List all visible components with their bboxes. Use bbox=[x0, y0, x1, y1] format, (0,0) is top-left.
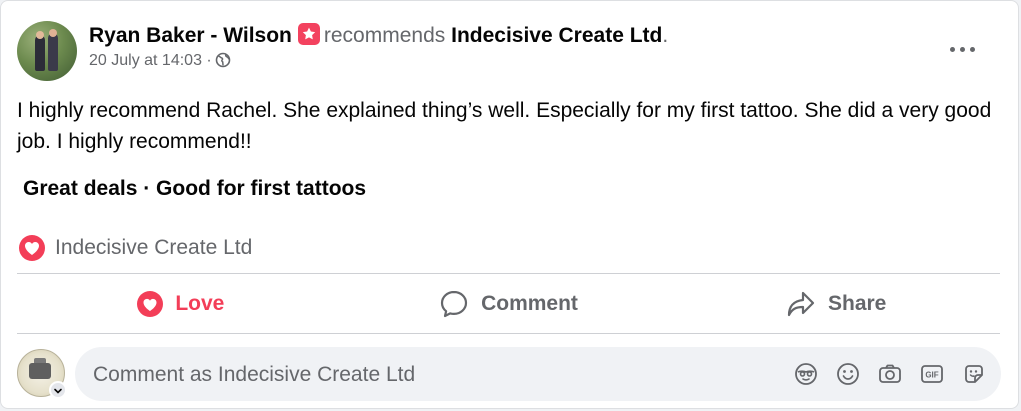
emoji-icon[interactable] bbox=[835, 361, 861, 387]
commenter-avatar[interactable] bbox=[17, 349, 67, 399]
post-card: Ryan Baker - Wilson recommends Indecisive… bbox=[0, 0, 1019, 409]
love-label: Love bbox=[175, 291, 225, 315]
author-name[interactable]: Ryan Baker - Wilson bbox=[89, 24, 292, 47]
avatar-sticker-icon[interactable] bbox=[793, 361, 819, 387]
love-icon bbox=[137, 290, 164, 317]
reaction-summary[interactable]: Indecisive Create Ltd bbox=[19, 235, 252, 261]
post-timestamp[interactable]: 20 July at 14:03 bbox=[89, 52, 202, 69]
share-icon bbox=[786, 290, 816, 318]
sentence-period: . bbox=[662, 24, 669, 47]
author-avatar[interactable] bbox=[17, 21, 77, 81]
comment-label: Comment bbox=[481, 291, 578, 315]
reactor-names: Indecisive Create Ltd bbox=[55, 236, 253, 259]
gif-icon[interactable]: GIF bbox=[919, 361, 945, 387]
share-label: Share bbox=[827, 291, 887, 315]
post-body: I highly recommend Rachel. She explained… bbox=[17, 99, 992, 153]
camera-icon[interactable] bbox=[877, 361, 903, 387]
share-button[interactable]: Share bbox=[672, 274, 1000, 333]
comment-button[interactable]: Comment bbox=[345, 274, 673, 333]
composer-icons: GIF bbox=[793, 361, 987, 387]
recommend-verb: recommends bbox=[323, 24, 446, 47]
author-line: Ryan Baker - Wilson recommends Indecisive… bbox=[89, 23, 958, 49]
post-header: Ryan Baker - Wilson recommends Indecisive… bbox=[89, 23, 958, 74]
avatar-face bbox=[36, 31, 44, 39]
globe-icon[interactable] bbox=[215, 52, 231, 74]
recommendation-tags: Great deals · Good for first tattoos bbox=[23, 177, 367, 200]
meta-separator: · bbox=[206, 52, 212, 69]
recommend-icon bbox=[297, 23, 320, 45]
avatar-figure bbox=[35, 35, 45, 71]
chevron-down-icon[interactable] bbox=[49, 381, 67, 399]
comment-composer: GIF bbox=[75, 347, 1001, 403]
post-meta: 20 July at 14:03 · bbox=[89, 51, 958, 74]
sticker-icon[interactable] bbox=[961, 361, 987, 387]
more-options-icon[interactable] bbox=[950, 37, 978, 61]
avatar-figure bbox=[48, 33, 58, 71]
comment-input[interactable] bbox=[91, 347, 775, 403]
love-reaction-icon bbox=[19, 235, 45, 261]
avatar-face bbox=[49, 29, 57, 37]
action-bar: Love Comment Share bbox=[17, 274, 1000, 333]
page-name[interactable]: Indecisive Create Ltd bbox=[451, 24, 662, 47]
divider bbox=[17, 333, 1000, 334]
svg-text:GIF: GIF bbox=[925, 371, 938, 380]
comment-icon bbox=[439, 289, 469, 319]
page-logo-mark bbox=[29, 363, 51, 379]
love-button[interactable]: Love bbox=[17, 274, 345, 333]
